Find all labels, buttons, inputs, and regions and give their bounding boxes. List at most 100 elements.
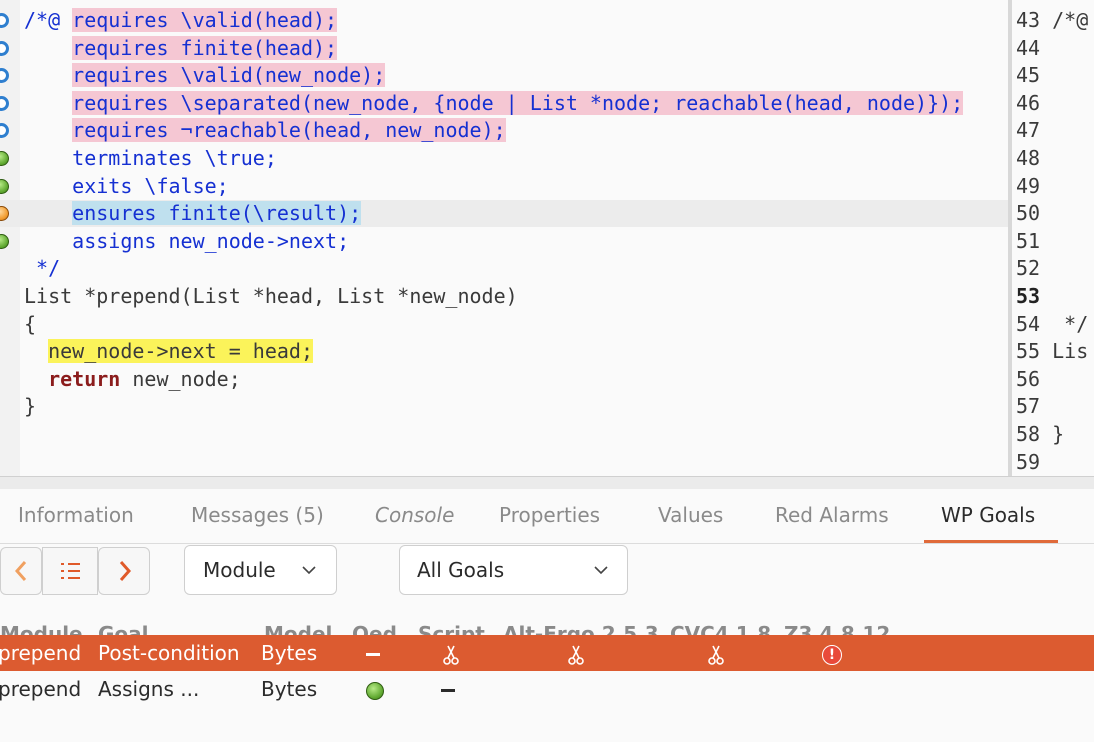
cell-module: prepend — [0, 677, 82, 701]
goal-list-button[interactable] — [42, 547, 98, 595]
source-line: 57 — [1016, 394, 1041, 419]
code-segment: return — [48, 366, 121, 391]
source-line: 56 — [1016, 366, 1041, 391]
cell-goal: Post-condition — [98, 641, 240, 665]
source-line: 54 */ — [1016, 311, 1089, 336]
code-segment: requires \valid(new_node); — [72, 63, 386, 88]
source-line: 53 — [1016, 284, 1041, 308]
source-pane[interactable]: 43 /*@ 44 45 46 47 48 49 50 51 52 53 54 */ 55 Lis 56 5… — [1012, 0, 1094, 476]
goal-row[interactable]: prepend Post-condition Bytes! — [0, 635, 1094, 671]
code-segment: /*@ — [24, 8, 73, 32]
source-line: 44 — [1016, 35, 1041, 60]
code-segment: */ — [24, 256, 61, 281]
scissors-icon — [708, 645, 724, 665]
tab-values[interactable]: Values — [658, 489, 723, 543]
code-text: terminates \true; — [24, 145, 277, 172]
cell-altergo[interactable] — [566, 635, 586, 671]
orange-status-bullet-icon[interactable] — [0, 206, 9, 222]
code-segment: assigns new_node->next; — [24, 228, 350, 253]
tab-wp-goals[interactable]: WP Goals — [941, 489, 1035, 543]
code-segment: requires ¬reachable(head, new_node); — [72, 118, 506, 143]
cell-module: prepend — [0, 641, 82, 665]
cell-script[interactable] — [441, 635, 461, 671]
code-text: requires \separated(new_node, {node | Li… — [24, 90, 964, 117]
code-text: List *prepend(List *head, List *new_node… — [24, 283, 518, 310]
tab-red-alarms[interactable]: Red Alarms — [775, 489, 889, 543]
cell-model: Bytes — [261, 641, 318, 665]
dash-icon — [441, 689, 455, 692]
module-select[interactable]: Module — [184, 545, 337, 595]
chevron-down-icon — [302, 566, 316, 575]
cell-qed[interactable] — [366, 635, 380, 671]
code-segment: exits \false; — [24, 173, 229, 198]
code-text: requires \valid(new_node); — [24, 62, 386, 89]
code-segment: new_node; — [120, 366, 241, 391]
scissors-icon — [443, 645, 459, 665]
code-segment: requires finite(head); — [72, 35, 338, 60]
source-line: 55 Lis — [1016, 339, 1089, 364]
next-goal-button[interactable] — [98, 547, 150, 595]
code-text: assigns new_node->next; — [24, 228, 349, 255]
prev-goal-button[interactable] — [0, 547, 42, 595]
code-text: requires ¬reachable(head, new_node); — [24, 117, 506, 144]
cell-qed[interactable] — [366, 671, 384, 707]
cell-model: Bytes — [261, 677, 318, 701]
code-segment: requires \valid(head); — [72, 8, 338, 32]
bottom-panel: Information Messages (5) Console Properties… — [0, 489, 1094, 742]
code-segment: new_node->next = head; — [48, 339, 313, 364]
tab-messages-5[interactable]: Messages (5) — [191, 489, 324, 543]
cell-script[interactable] — [441, 671, 455, 707]
cell-z3[interactable]: ! — [822, 635, 842, 671]
horizontal-splitter[interactable] — [0, 476, 1094, 490]
source-line: 51 — [1016, 228, 1041, 253]
tab-console[interactable]: Console — [375, 489, 454, 543]
code-text: ensures finite(\result); — [24, 200, 362, 227]
code-segment: } — [24, 394, 37, 419]
code-segment: { — [24, 311, 37, 336]
goals-filter-select[interactable]: All Goals — [399, 545, 628, 595]
code-text: exits \false; — [24, 173, 229, 200]
goal-row[interactable]: prepend Assigns ... Bytes — [0, 671, 1094, 707]
panel-tabs: Information Messages (5) Console Properties… — [0, 489, 1094, 544]
source-line: 50 — [1016, 201, 1041, 226]
source-line: 47 — [1016, 118, 1041, 143]
code-segment: terminates \true; — [24, 146, 277, 170]
source-line: 49 — [1016, 173, 1041, 198]
code-text: /*@ requires \valid(head); — [24, 7, 338, 34]
failed-status-icon: ! — [822, 644, 842, 665]
code-text: return new_node; — [24, 366, 241, 393]
scissors-icon — [568, 645, 584, 665]
code-text: */ — [24, 255, 60, 282]
code-segment: List *prepend(List *head, List *new_node… — [24, 284, 518, 308]
dash-icon — [366, 653, 380, 656]
code-text: requires finite(head); — [24, 35, 338, 62]
cell-goal: Assigns ... — [98, 677, 200, 701]
code-editor[interactable]: /*@ requires \valid(head); requires fini… — [0, 0, 1008, 476]
code-text: new_node->next = head; — [24, 338, 313, 365]
source-line: 59 — [1016, 449, 1041, 474]
cell-cvc4[interactable] — [706, 635, 726, 671]
source-line: 43 /*@ — [1016, 8, 1089, 32]
source-line: 46 — [1016, 90, 1041, 115]
active-tab-underline — [924, 540, 1058, 543]
valid-status-icon — [366, 681, 384, 700]
code-text: { — [24, 311, 36, 338]
source-line: 48 — [1016, 146, 1041, 170]
source-line: 52 — [1016, 256, 1041, 281]
module-select-value: Module — [203, 558, 276, 582]
code-segment: ensures finite(\result); — [72, 201, 362, 226]
goals-filter-value: All Goals — [417, 558, 505, 582]
tab-properties[interactable]: Properties — [499, 489, 600, 543]
code-line[interactable]: ensures finite(\result); — [0, 200, 1008, 228]
source-line: 45 — [1016, 63, 1041, 88]
tab-information[interactable]: Information — [18, 489, 134, 543]
code-text: } — [24, 393, 36, 420]
chevron-right-icon — [119, 561, 132, 581]
